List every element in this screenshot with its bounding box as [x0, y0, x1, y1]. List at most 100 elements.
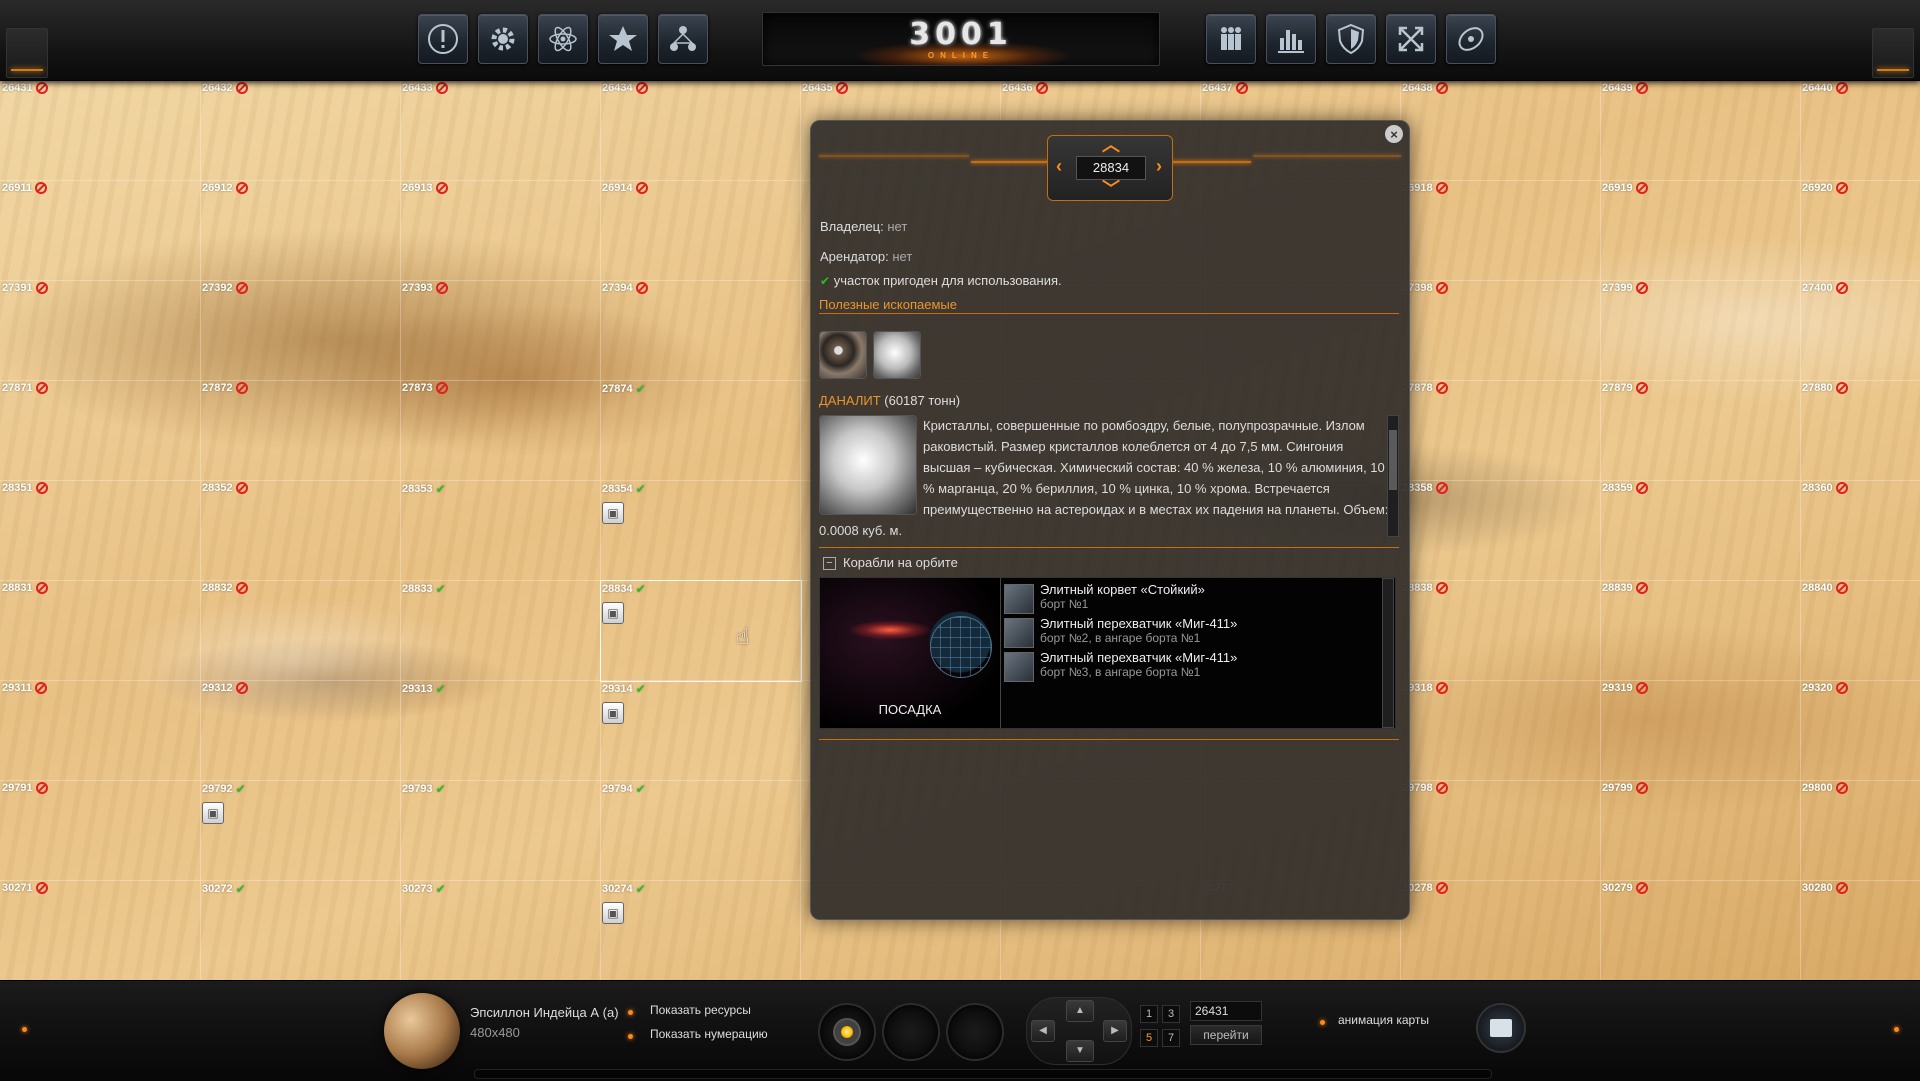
cell-label[interactable]: 27874 ✔ — [602, 382, 646, 396]
cell-label[interactable]: 28354 ✔ — [602, 482, 646, 496]
cell-label[interactable]: 27399 — [1602, 282, 1648, 294]
mineral-ore-icon[interactable] — [819, 331, 867, 379]
collapse-icon[interactable]: − — [823, 557, 836, 570]
cell-label[interactable]: 30274 ✔ — [602, 882, 646, 896]
planet-avatar[interactable] — [384, 993, 460, 1069]
cell-label[interactable]: 26436 — [1002, 82, 1048, 94]
cell-label[interactable]: 27872 — [202, 382, 248, 394]
cell-label[interactable]: 29313 ✔ — [402, 682, 446, 696]
ship-row[interactable]: Элитный корвет «Стойкий» борт №1 — [1004, 582, 1374, 616]
mineral-danalite-icon[interactable] — [873, 331, 921, 379]
research-button[interactable] — [538, 14, 588, 64]
settings-button[interactable] — [1446, 14, 1496, 64]
cell-label[interactable]: 26912 — [202, 182, 248, 194]
cell-label[interactable]: 28832 — [202, 582, 248, 594]
population-button[interactable] — [1206, 14, 1256, 64]
cell-label[interactable]: 28351 — [2, 482, 48, 494]
cell-label[interactable]: 27391 — [2, 282, 48, 294]
alliance-button[interactable] — [658, 14, 708, 64]
cell-label[interactable]: 29792 ✔ — [202, 782, 246, 796]
base-icon[interactable]: ▣ — [602, 902, 624, 924]
scale-option[interactable]: 7 — [1162, 1029, 1180, 1047]
scale-option[interactable]: 1 — [1140, 1005, 1158, 1023]
cell-label[interactable]: 28831 — [2, 582, 48, 594]
cell-label[interactable]: 29314 ✔ — [602, 682, 646, 696]
messages-button[interactable] — [1476, 1003, 1526, 1053]
cell-label[interactable]: 26913 — [402, 182, 448, 194]
cell-label[interactable]: 30273 ✔ — [402, 882, 446, 896]
description-scrollbar[interactable] — [1387, 415, 1399, 537]
cell-label[interactable]: 28360 — [1802, 482, 1848, 494]
view-mode-button[interactable] — [946, 1003, 1004, 1061]
cell-label[interactable]: 28834 ✔ — [602, 582, 646, 596]
cell-label[interactable]: 30271 — [2, 882, 48, 894]
arrow-up-icon[interactable]: ︿ — [1102, 136, 1120, 154]
cell-label[interactable]: 28840 — [1802, 582, 1848, 594]
ship-row[interactable]: Элитный перехватчик «Миг-411» борт №2, в… — [1004, 616, 1374, 650]
arrow-left-icon[interactable]: ‹ — [1056, 157, 1062, 175]
show-numbering-toggle[interactable]: Показать нумерацию — [650, 1027, 768, 1041]
cell-label[interactable]: 26433 — [402, 82, 448, 94]
cell-label[interactable]: 28352 — [202, 482, 248, 494]
cell-label[interactable]: 26914 — [602, 182, 648, 194]
base-icon[interactable]: ▣ — [202, 802, 224, 824]
space-view[interactable]: ПОСАДКА — [820, 578, 1001, 728]
arrow-down-icon[interactable]: ﹀ — [1102, 180, 1120, 198]
goto-button[interactable]: перейти — [1190, 1025, 1262, 1045]
cell-label[interactable]: 26439 — [1602, 82, 1648, 94]
cell-label[interactable]: 28833 ✔ — [402, 582, 446, 596]
cell-label[interactable]: 29311 — [2, 682, 47, 694]
fullscreen-button[interactable] — [1386, 14, 1436, 64]
cell-label[interactable]: 28353 ✔ — [402, 482, 446, 496]
base-icon[interactable]: ▣ — [602, 602, 624, 624]
cell-label[interactable]: 29794 ✔ — [602, 782, 646, 796]
cell-label[interactable]: 27871 — [2, 382, 48, 394]
cell-label[interactable]: 26434 — [602, 82, 648, 94]
scale-option[interactable]: 5 — [1140, 1029, 1158, 1047]
cell-label[interactable]: 26911 — [2, 182, 47, 194]
coordinate-input[interactable]: 26431 — [1190, 1001, 1262, 1021]
cell-label[interactable]: 30272 ✔ — [202, 882, 246, 896]
alerts-button[interactable] — [418, 14, 468, 64]
landing-button[interactable]: ПОСАДКА — [820, 702, 1000, 717]
cell-label[interactable]: 27879 — [1602, 382, 1648, 394]
cell-label[interactable]: 29799 — [1602, 782, 1648, 794]
arrow-left-icon[interactable]: ◀ — [1031, 1020, 1055, 1042]
arrow-down-icon[interactable]: ▼ — [1066, 1040, 1094, 1062]
show-resources-toggle[interactable]: Показать ресурсы — [650, 1003, 751, 1017]
cell-label[interactable]: 26919 — [1602, 182, 1648, 194]
arrow-right-icon[interactable]: › — [1156, 157, 1162, 175]
cell-label[interactable]: 26432 — [202, 82, 248, 94]
arrow-up-icon[interactable]: ▲ — [1066, 1000, 1094, 1022]
cell-label[interactable]: 29800 — [1802, 782, 1848, 794]
sector-id[interactable]: 28834 — [1076, 156, 1146, 180]
cell-label[interactable]: 27393 — [402, 282, 448, 294]
cell-label[interactable]: 26438 — [1402, 82, 1448, 94]
arrow-right-icon[interactable]: ▶ — [1103, 1020, 1127, 1042]
production-button[interactable] — [478, 14, 528, 64]
cell-label[interactable]: 26435 — [802, 82, 848, 94]
base-icon[interactable]: ▣ — [602, 702, 624, 724]
cell-label[interactable]: 26920 — [1802, 182, 1848, 194]
cell-label[interactable]: 28839 — [1602, 582, 1648, 594]
ships-scrollbar[interactable] — [1382, 578, 1394, 728]
close-icon[interactable]: × — [1385, 125, 1403, 143]
cell-label[interactable]: 26431 — [2, 82, 48, 94]
map-animation-toggle[interactable]: анимация карты — [1338, 1013, 1429, 1027]
cell-label[interactable]: 29793 ✔ — [402, 782, 446, 796]
cell-label[interactable]: 29319 — [1602, 682, 1648, 694]
cell-label[interactable]: 30280 — [1802, 882, 1848, 894]
cell-label[interactable]: 27394 — [602, 282, 648, 294]
view-mode-button[interactable] — [882, 1003, 940, 1061]
statistics-button[interactable] — [1266, 14, 1316, 64]
cell-label[interactable]: 26440 — [1802, 82, 1848, 94]
scale-option[interactable]: 3 — [1162, 1005, 1180, 1023]
cell-label[interactable]: 29312 — [202, 682, 248, 694]
achievements-button[interactable] — [598, 14, 648, 64]
defense-button[interactable] — [1326, 14, 1376, 64]
cell-label[interactable]: 27873 — [402, 382, 448, 394]
cell-label[interactable]: 26437 — [1202, 82, 1248, 94]
cell-label[interactable]: 28359 — [1602, 482, 1648, 494]
cell-label[interactable]: 29320 — [1802, 682, 1848, 694]
cell-label[interactable]: 27392 — [202, 282, 248, 294]
